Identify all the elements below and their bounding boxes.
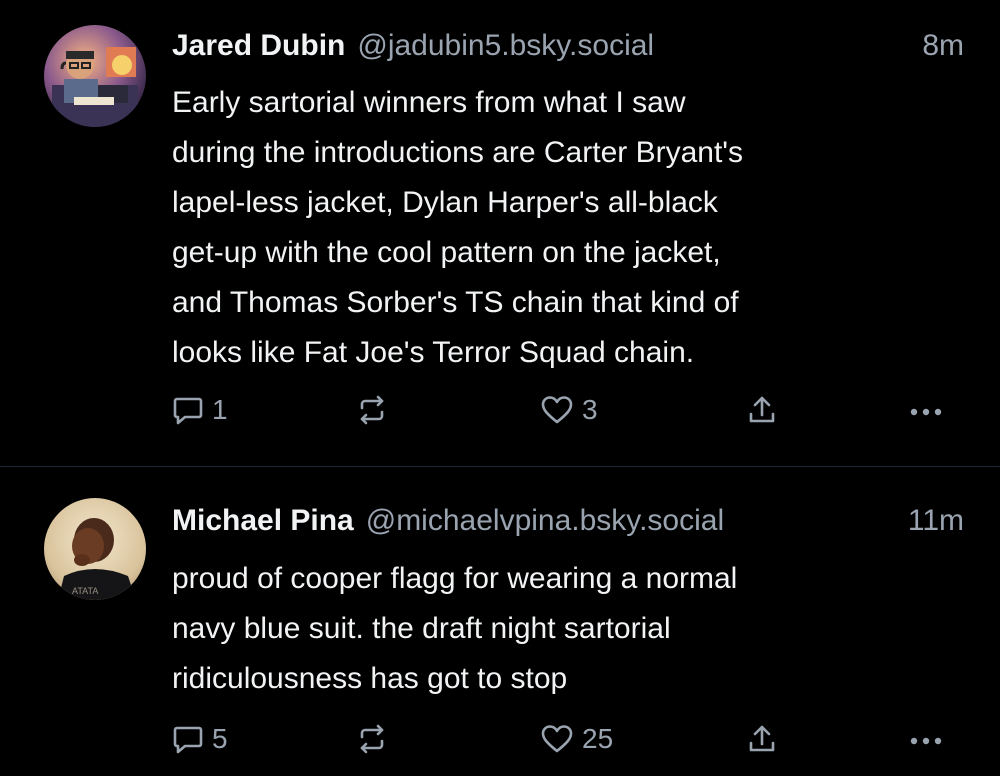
author-handle[interactable]: @jadubin5.bsky.social	[357, 26, 654, 66]
post-text: Early sartorial winners from what I saw …	[172, 78, 962, 378]
like-button[interactable]: 25	[540, 719, 613, 759]
more-options-button[interactable]	[906, 390, 946, 430]
more-dots-icon	[910, 408, 942, 416]
post-text-line: and Thomas Sorber's TS chain that kind o…	[172, 286, 739, 319]
post-michael-pina[interactable]: ATATA Michael Pina @michaelvpina.bsky.so…	[0, 467, 1000, 776]
like-count: 25	[582, 723, 614, 754]
reply-button[interactable]: 1	[172, 390, 228, 430]
post-text-line: get-up with the cool pattern on the jack…	[172, 236, 721, 269]
author-display-name[interactable]: Jared Dubin	[172, 26, 345, 66]
post-text-line: proud of cooper flagg for wearing a norm…	[172, 562, 738, 595]
share-icon	[749, 725, 775, 752]
post-actions: 1 3	[0, 390, 1000, 430]
post-text-line: lapel-less jacket, Dylan Harper's all-bl…	[172, 186, 718, 219]
post-text: proud of cooper flagg for wearing a norm…	[172, 554, 962, 704]
post-actions: 5 25	[0, 719, 1000, 759]
avatar[interactable]	[44, 25, 146, 127]
share-button[interactable]	[746, 390, 778, 430]
more-dots-icon	[910, 737, 942, 745]
reply-bubble-icon	[173, 397, 203, 425]
more-options-button[interactable]	[906, 719, 946, 759]
repost-icon	[360, 724, 384, 754]
heart-icon	[541, 396, 573, 424]
like-count: 3	[582, 394, 598, 425]
post-text-line: during the introductions are Carter Brya…	[172, 136, 744, 169]
post-jared-dubin[interactable]: Jared Dubin @jadubin5.bsky.social 8m Ear…	[0, 0, 1000, 466]
reply-button[interactable]: 5	[172, 719, 228, 759]
repost-icon	[360, 395, 384, 425]
shirt-print: ATATA	[72, 586, 98, 596]
reply-bubble-icon	[173, 726, 203, 754]
repost-button[interactable]	[356, 719, 388, 759]
post-timestamp[interactable]: 11m	[898, 501, 964, 541]
post-timestamp[interactable]: 8m	[912, 26, 964, 66]
avatar-photo: ATATA	[44, 498, 146, 600]
share-button[interactable]	[746, 719, 778, 759]
post-header: Jared Dubin @jadubin5.bsky.social 8m	[172, 26, 964, 66]
post-text-line: ridiculousness has got to stop	[172, 662, 568, 695]
post-text-line: Early sartorial winners from what I saw	[172, 86, 686, 119]
avatar[interactable]: ATATA	[44, 498, 146, 600]
post-header: Michael Pina @michaelvpina.bsky.social 1…	[172, 501, 964, 541]
post-text-line: navy blue suit. the draft night sartoria…	[172, 612, 671, 645]
reply-count: 5	[212, 723, 228, 754]
heart-icon	[541, 725, 573, 753]
repost-button[interactable]	[356, 390, 388, 430]
author-handle[interactable]: @michaelvpina.bsky.social	[366, 501, 724, 541]
post-text-line: looks like Fat Joe's Terror Squad chain.	[172, 336, 695, 369]
share-icon	[749, 396, 775, 423]
like-button[interactable]: 3	[540, 390, 598, 430]
reply-count: 1	[212, 394, 228, 425]
author-display-name[interactable]: Michael Pina	[172, 501, 354, 541]
avatar-illustration	[44, 25, 146, 127]
